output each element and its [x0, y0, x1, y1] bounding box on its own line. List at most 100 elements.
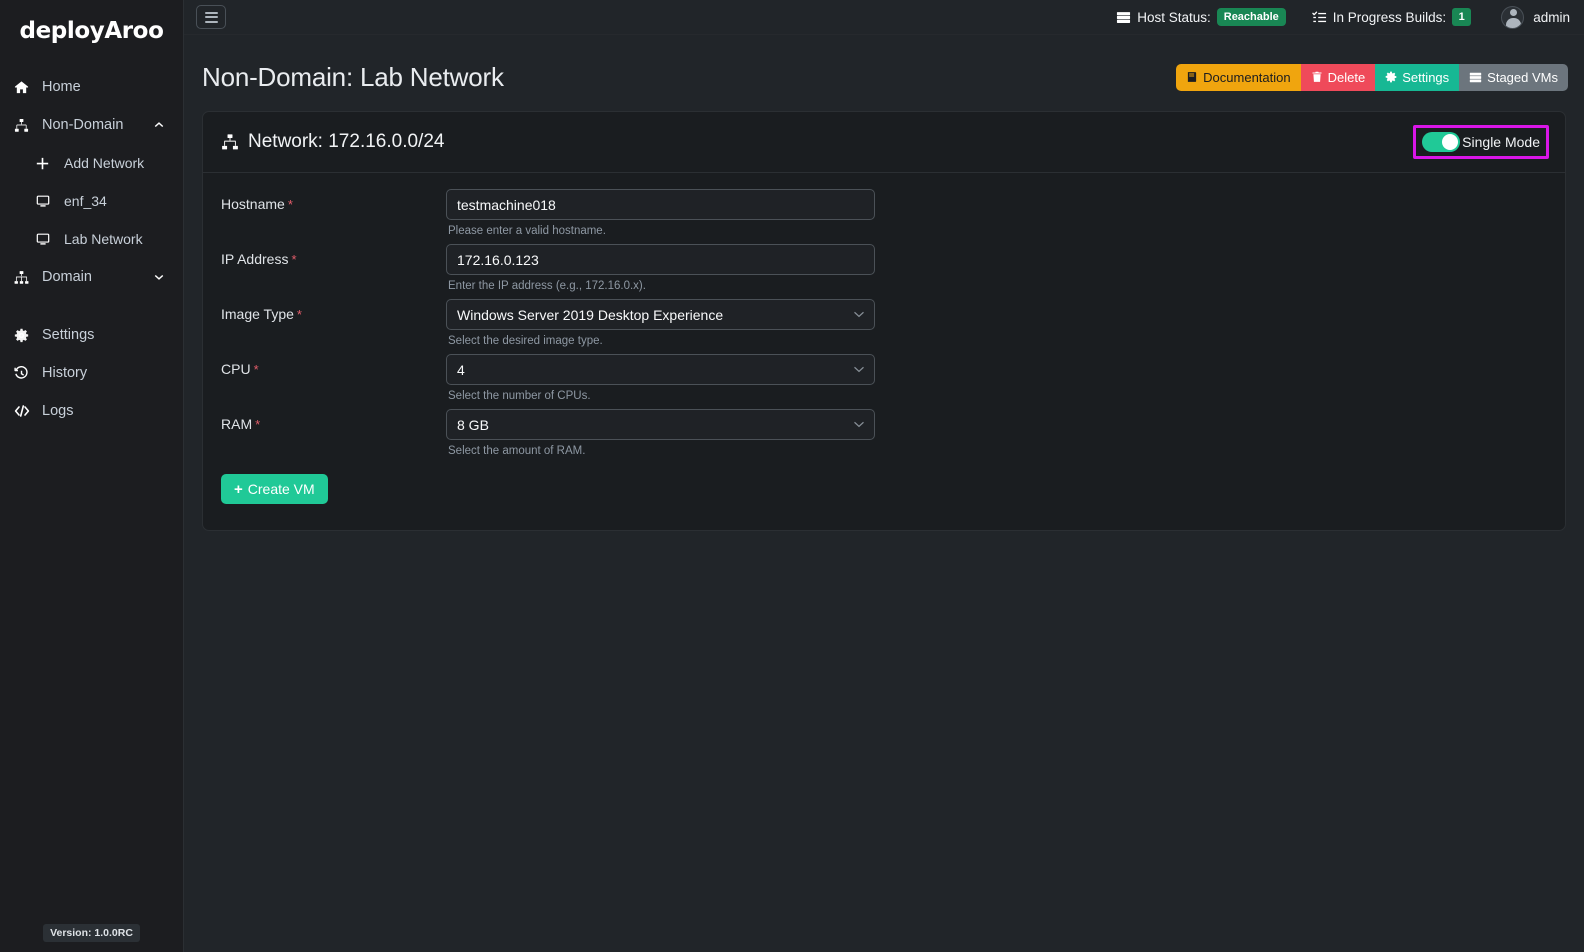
- gear-icon: [14, 328, 36, 343]
- version-badge-wrap: Version: 1.0.0RC: [0, 924, 183, 942]
- sidebar-item-label: enf_34: [64, 193, 107, 209]
- hostname-label-text: Hostname: [221, 196, 285, 212]
- switch-knob: [1442, 134, 1459, 150]
- ip-address-control: Enter the IP address (e.g., 172.16.0.x).: [446, 244, 875, 292]
- settings-button[interactable]: Settings: [1375, 63, 1460, 91]
- delete-button[interactable]: Delete: [1300, 63, 1376, 91]
- cpu-control: 4 Select the number of CPUs.: [446, 354, 875, 402]
- sidebar-item-add-network[interactable]: Add Network: [22, 144, 183, 182]
- hostname-input[interactable]: [446, 189, 875, 220]
- version-badge: Version: 1.0.0RC: [43, 924, 140, 942]
- plus-icon: +: [234, 480, 243, 498]
- ip-address-label-text: IP Address: [221, 251, 289, 267]
- sidebar-item-label: Lab Network: [64, 231, 143, 247]
- hostname-control: Please enter a valid hostname.: [446, 189, 875, 237]
- in-progress-builds-group[interactable]: In Progress Builds: 1: [1312, 8, 1472, 26]
- sitemap-icon: [14, 270, 36, 285]
- username-label: admin: [1533, 9, 1570, 25]
- book-icon: [1186, 71, 1198, 83]
- create-vm-form: Hostname* Please enter a valid hostname.…: [203, 173, 1565, 530]
- ram-select[interactable]: 8 GB: [446, 409, 875, 440]
- image-type-select[interactable]: Windows Server 2019 Desktop Experience: [446, 299, 875, 330]
- documentation-button[interactable]: Documentation: [1176, 63, 1301, 91]
- cpu-select[interactable]: 4: [446, 354, 875, 385]
- cpu-select-wrap: 4: [446, 354, 875, 385]
- single-mode-switch[interactable]: [1422, 132, 1461, 152]
- network-card-title-text: Network: 172.16.0.0/24: [248, 131, 445, 152]
- single-mode-toggle[interactable]: Single Mode: [1422, 132, 1540, 152]
- home-icon: [14, 80, 36, 95]
- sidebar-item-settings[interactable]: Settings: [0, 316, 183, 354]
- host-status-badge: Reachable: [1216, 8, 1286, 26]
- trash-icon: [1311, 71, 1323, 83]
- sitemap-icon: [14, 118, 36, 133]
- tasks-icon: [1312, 10, 1327, 25]
- staged-vms-button[interactable]: Staged VMs: [1459, 63, 1568, 91]
- host-status-group[interactable]: Host Status: Reachable: [1116, 8, 1286, 26]
- sidebar-item-logs[interactable]: Logs: [0, 392, 183, 430]
- form-row-ip-address: IP Address* Enter the IP address (e.g., …: [221, 244, 1547, 292]
- sitemap-icon: [221, 133, 239, 151]
- documentation-button-label: Documentation: [1203, 69, 1291, 85]
- required-marker: *: [291, 252, 297, 267]
- network-card-header: Network: 172.16.0.0/24 Single Mode: [203, 112, 1565, 173]
- staged-vms-button-label: Staged VMs: [1487, 69, 1558, 85]
- sidebar-item-domain[interactable]: Domain: [0, 258, 183, 296]
- create-vm-button[interactable]: + Create VM: [221, 474, 328, 504]
- gear-icon: [1385, 71, 1397, 83]
- cpu-label-text: CPU: [221, 361, 251, 377]
- network-card-title: Network: 172.16.0.0/24: [221, 131, 444, 153]
- ram-select-wrap: 8 GB: [446, 409, 875, 440]
- required-marker: *: [255, 417, 261, 432]
- sidebar-item-enf-34[interactable]: enf_34: [22, 182, 183, 220]
- cpu-helper: Select the number of CPUs.: [448, 390, 591, 402]
- history-icon: [14, 365, 36, 381]
- main-content: Host Status: Reachable In Progress Build…: [184, 0, 1584, 952]
- network-card: Network: 172.16.0.0/24 Single Mode Hostn: [202, 111, 1566, 531]
- chevron-up-icon[interactable]: [153, 119, 165, 131]
- display-icon: [36, 194, 58, 208]
- ip-address-helper: Enter the IP address (e.g., 172.16.0.x).: [448, 280, 646, 292]
- cpu-label: CPU *: [221, 354, 446, 377]
- user-menu[interactable]: admin: [1501, 5, 1570, 29]
- display-icon: [36, 232, 58, 246]
- sidebar-item-label: Add Network: [64, 155, 145, 171]
- sidebar-item-label: Domain: [42, 269, 92, 285]
- sidebar-toggle-button[interactable]: [196, 5, 226, 29]
- hostname-label: Hostname *: [221, 189, 446, 212]
- sidebar-item-history[interactable]: History: [0, 354, 183, 392]
- chevron-down-icon[interactable]: [153, 271, 165, 283]
- avatar: [1501, 5, 1525, 29]
- sidebar-nav: Home Non-Domain Add Network enf_34 Lab N…: [0, 58, 183, 430]
- image-type-label: Image Type *: [221, 299, 446, 322]
- page-header: Non-Domain: Lab Network Documentation De…: [184, 35, 1584, 101]
- brand-logo[interactable]: deployAroo: [0, 0, 183, 58]
- ip-address-input[interactable]: [446, 244, 875, 275]
- hamburger-icon: [204, 11, 218, 23]
- topbar-right: Host Status: Reachable In Progress Build…: [1090, 5, 1570, 29]
- ram-label: RAM *: [221, 409, 446, 432]
- in-progress-builds-label: In Progress Builds:: [1332, 9, 1447, 25]
- delete-button-label: Delete: [1327, 69, 1366, 85]
- single-mode-highlight: Single Mode: [1413, 125, 1549, 159]
- ram-control: 8 GB Select the amount of RAM.: [446, 409, 875, 457]
- ip-address-label: IP Address *: [221, 244, 446, 267]
- create-vm-button-label: Create VM: [247, 481, 315, 497]
- image-type-helper: Select the desired image type.: [448, 335, 603, 347]
- sidebar-item-label: Non-Domain: [42, 117, 124, 133]
- sidebar-item-label: Logs: [42, 403, 74, 419]
- image-type-control: Windows Server 2019 Desktop Experience S…: [446, 299, 875, 347]
- sidebar-item-non-domain[interactable]: Non-Domain: [0, 106, 183, 144]
- sidebar-item-home[interactable]: Home: [0, 68, 183, 106]
- server-icon: [1116, 10, 1131, 25]
- host-status-label: Host Status:: [1137, 9, 1211, 25]
- sidebar-item-lab-network[interactable]: Lab Network: [22, 220, 183, 258]
- required-marker: *: [253, 362, 259, 377]
- ram-label-text: RAM: [221, 416, 253, 432]
- topbar: Host Status: Reachable In Progress Build…: [184, 0, 1584, 35]
- sidebar-item-label: Home: [42, 79, 81, 95]
- plus-icon: [36, 157, 58, 170]
- page-title: Non-Domain: Lab Network: [202, 61, 504, 92]
- hostname-helper: Please enter a valid hostname.: [448, 225, 606, 237]
